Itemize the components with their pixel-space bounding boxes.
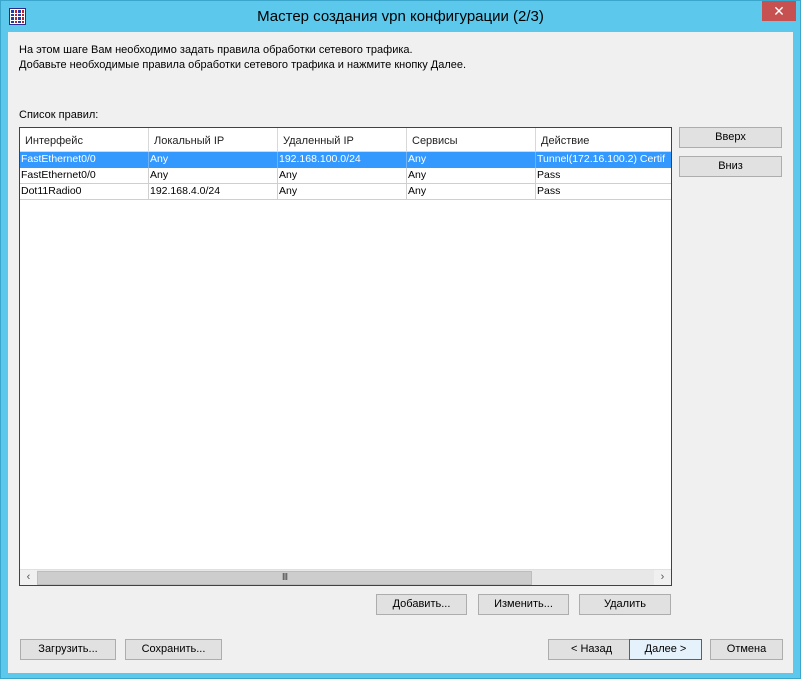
table-row[interactable]: Dot11Radio0 192.168.4.0/24 Any Any Pass	[20, 184, 671, 200]
cell-services: Any	[407, 168, 536, 184]
add-rule-button[interactable]: Добавить...	[376, 594, 467, 615]
move-down-button[interactable]: Вниз	[679, 156, 782, 177]
intro-text: На этом шаге Вам необходимо задать прави…	[19, 43, 466, 73]
cell-interface: FastEthernet0/0	[20, 152, 149, 168]
title-bar[interactable]: Мастер создания vpn конфигурации (2/3) ✕	[1, 1, 800, 32]
delete-rule-button[interactable]: Удалить	[579, 594, 671, 615]
cell-interface: FastEthernet0/0	[20, 168, 149, 184]
intro-line-1: На этом шаге Вам необходимо задать прави…	[19, 44, 413, 56]
load-button[interactable]: Загрузить...	[20, 639, 116, 660]
scroll-left-icon[interactable]: ‹	[20, 570, 37, 585]
cell-action: Tunnel(172.16.100.2) Certif	[537, 153, 666, 165]
table-row[interactable]: FastEthernet0/0 Any Any Any Pass	[20, 168, 671, 184]
intro-line-2: Добавьте необходимые правила обработки с…	[19, 59, 467, 71]
save-button[interactable]: Сохранить...	[125, 639, 222, 660]
cell-services: Any	[407, 184, 536, 200]
cell-local-ip: 192.168.4.0/24	[149, 184, 278, 200]
rules-list[interactable]: Интерфейс Локальный IP Удаленный IP Серв…	[19, 127, 672, 586]
rules-rows: FastEthernet0/0 Any 192.168.100.0/24 Any…	[20, 152, 671, 200]
back-button[interactable]: < Назад	[548, 639, 635, 660]
rules-list-header: Интерфейс Локальный IP Удаленный IP Серв…	[20, 128, 671, 152]
column-header-action[interactable]: Действие	[536, 128, 671, 152]
dialog-client-area: На этом шаге Вам необходимо задать прави…	[8, 32, 793, 673]
scroll-thumb[interactable]: III	[37, 571, 532, 585]
column-header-remote-ip[interactable]: Удаленный IP	[278, 128, 407, 152]
column-header-local-ip[interactable]: Локальный IP	[149, 128, 278, 152]
edit-rule-button[interactable]: Изменить...	[478, 594, 569, 615]
cell-remote-ip: Any	[278, 184, 407, 200]
cell-local-ip: Any	[149, 168, 278, 184]
cell-remote-ip: 192.168.100.0/24	[278, 152, 407, 168]
cell-services: Any	[407, 152, 536, 168]
rules-list-label: Список правил:	[19, 109, 99, 121]
next-button[interactable]: Далее >	[629, 639, 702, 660]
horizontal-scrollbar[interactable]: ‹ III ›	[20, 569, 671, 585]
cell-remote-ip: Any	[278, 168, 407, 184]
close-button[interactable]: ✕	[762, 1, 796, 21]
window-title: Мастер создания vpn конфигурации (2/3)	[257, 8, 544, 25]
cell-action: Pass	[537, 169, 561, 181]
scroll-right-icon[interactable]: ›	[654, 570, 671, 585]
column-header-services[interactable]: Сервисы	[407, 128, 536, 152]
close-icon: ✕	[773, 3, 785, 19]
cell-action: Pass	[537, 185, 561, 197]
scroll-grip-icon: III	[281, 572, 288, 583]
table-row[interactable]: FastEthernet0/0 Any 192.168.100.0/24 Any…	[20, 152, 671, 168]
cell-local-ip: Any	[149, 152, 278, 168]
cell-interface: Dot11Radio0	[20, 184, 149, 200]
cancel-button[interactable]: Отмена	[710, 639, 783, 660]
wizard-window: Мастер создания vpn конфигурации (2/3) ✕…	[0, 0, 801, 679]
move-up-button[interactable]: Вверх	[679, 127, 782, 148]
column-header-interface[interactable]: Интерфейс	[20, 128, 149, 152]
